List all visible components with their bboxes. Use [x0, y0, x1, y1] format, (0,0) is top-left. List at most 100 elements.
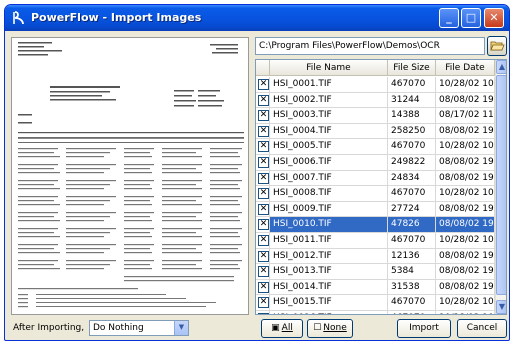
- row-checkbox-cell: ✕: [256, 279, 270, 295]
- file-date-cell: 08/08/02 19:21: [436, 154, 495, 170]
- file-size-cell: 249822: [388, 154, 436, 170]
- file-name-cell: HSI_0002.TIF: [270, 92, 388, 108]
- scroll-up-icon[interactable]: ▲: [496, 60, 506, 74]
- table-row[interactable]: ✕HSI_0009.TIF2772408/08/02 19:22: [256, 201, 495, 218]
- open-folder-icon: [490, 41, 505, 51]
- file-date-cell: 08/08/02 19:22: [436, 92, 495, 108]
- file-name-cell: HSI_0012.TIF: [270, 248, 388, 264]
- row-checkbox[interactable]: ✕: [258, 250, 269, 262]
- file-size-cell: 31244: [388, 92, 436, 108]
- vertical-scrollbar[interactable]: ▲ ▼: [495, 60, 506, 314]
- file-size-cell: 467070: [388, 310, 436, 314]
- chevron-down-icon[interactable]: ▼: [174, 321, 188, 335]
- scrollbar-thumb[interactable]: [496, 75, 506, 295]
- powerflow-logo-icon: [13, 11, 24, 25]
- table-row[interactable]: ✕HSI_0008.TIF46707010/28/02 10:19: [256, 186, 495, 202]
- cancel-button[interactable]: Cancel: [457, 319, 507, 338]
- row-checkbox[interactable]: ✕: [258, 94, 269, 106]
- row-checkbox-cell: ✕: [256, 295, 270, 311]
- file-date-cell: 08/08/02 19:22: [436, 170, 495, 186]
- import-images-window: PowerFlow - Import Images _ □ ✕ C:\Progr…: [4, 4, 510, 341]
- file-size-cell: 467070: [388, 139, 436, 155]
- table-row[interactable]: ✕HSI_0015.TIF46707010/28/02 10:19: [256, 295, 495, 311]
- table-row[interactable]: ✕HSI_0004.TIF25825008/08/02 19:21: [256, 123, 495, 140]
- file-date-cell: 10/28/02 10:19: [436, 310, 495, 314]
- column-header-file-size[interactable]: File Size: [388, 60, 436, 76]
- row-checkbox-cell: ✕: [256, 139, 270, 155]
- row-checkbox-cell: ✕: [256, 77, 270, 92]
- table-row[interactable]: ✕HSI_0011.TIF46707010/28/02 10:19: [256, 232, 495, 249]
- file-name-cell: HSI_0007.TIF: [270, 170, 388, 186]
- table-row[interactable]: ✕HSI_0012.TIF1213608/08/02 19:22: [256, 248, 495, 265]
- row-checkbox[interactable]: ✕: [258, 266, 269, 278]
- file-date-cell: 08/17/02 11:20: [436, 108, 495, 124]
- scroll-down-icon[interactable]: ▼: [496, 300, 506, 314]
- table-row[interactable]: ✕HSI_0016.TIF46707010/28/02 10:19: [256, 310, 495, 314]
- select-none-icon: ☐: [313, 323, 322, 333]
- column-header-file-name[interactable]: File Name: [270, 60, 388, 76]
- table-row[interactable]: ✕HSI_0005.TIF46707010/28/02 10:19: [256, 139, 495, 155]
- row-checkbox[interactable]: ✕: [258, 125, 269, 137]
- file-name-cell: HSI_0009.TIF: [270, 201, 388, 217]
- table-row[interactable]: ✕HSI_0010.TIF4782608/08/02 19:22: [256, 217, 495, 233]
- row-checkbox[interactable]: ✕: [258, 156, 269, 168]
- close-button[interactable]: ✕: [484, 8, 504, 28]
- column-header-file-date[interactable]: File Date: [436, 60, 495, 76]
- row-checkbox[interactable]: ✕: [258, 234, 269, 246]
- table-row[interactable]: ✕HSI_0007.TIF2483408/08/02 19:22: [256, 170, 495, 187]
- file-date-cell: 10/28/02 10:19: [436, 186, 495, 202]
- browse-folder-button[interactable]: [487, 36, 507, 56]
- minimize-button[interactable]: _: [439, 8, 459, 28]
- row-checkbox-cell: ✕: [256, 186, 270, 202]
- file-date-cell: 10/28/02 10:18: [436, 77, 495, 92]
- file-size-cell: 27724: [388, 201, 436, 217]
- row-checkbox[interactable]: ✕: [258, 281, 269, 293]
- row-checkbox-cell: ✕: [256, 201, 270, 217]
- select-none-button[interactable]: ☐ None: [307, 319, 353, 338]
- file-date-cell: 08/08/02 19:21: [436, 123, 495, 139]
- file-size-cell: 467070: [388, 295, 436, 311]
- file-date-cell: 10/28/02 10:19: [436, 295, 495, 311]
- document-thumbnail: [12, 38, 248, 314]
- row-checkbox[interactable]: ✕: [258, 203, 269, 215]
- row-checkbox[interactable]: ✕: [258, 141, 269, 153]
- row-checkbox[interactable]: ✕: [258, 110, 269, 122]
- table-row[interactable]: ✕HSI_0006.TIF24982208/08/02 19:21: [256, 154, 495, 171]
- row-checkbox[interactable]: ✕: [258, 312, 269, 314]
- file-size-cell: 467070: [388, 186, 436, 202]
- file-name-cell: HSI_0008.TIF: [270, 186, 388, 202]
- row-checkbox[interactable]: ✕: [258, 79, 269, 90]
- file-list-table[interactable]: File Name File Size File Date ✕ HSI_0001.…: [255, 59, 507, 315]
- check-column-header[interactable]: [256, 60, 270, 76]
- table-row[interactable]: ✕HSI_0013.TIF538408/08/02 19:22: [256, 264, 495, 280]
- select-all-button[interactable]: ▣ All: [261, 319, 303, 338]
- select-all-label: All: [281, 323, 293, 333]
- file-name-cell: HSI_0003.TIF: [270, 108, 388, 124]
- row-checkbox-cell: ✕: [256, 154, 270, 170]
- table-row[interactable]: ✕HSI_0014.TIF3153808/08/02 19:22: [256, 279, 495, 296]
- import-files-button[interactable]: Import Files: [397, 319, 451, 338]
- file-name-cell: HSI_0014.TIF: [270, 279, 388, 295]
- file-size-cell: 258250: [388, 123, 436, 139]
- file-date-cell: 10/28/02 10:19: [436, 139, 495, 155]
- file-size-cell: 12136: [388, 248, 436, 264]
- table-row[interactable]: ✕HSI_0003.TIF1438808/17/02 11:20: [256, 108, 495, 124]
- table-row[interactable]: ✕HSI_0002.TIF3124408/08/02 19:22: [256, 92, 495, 109]
- folder-path-field[interactable]: C:\Program Files\PowerFlow\Demos\OCR: [255, 37, 485, 55]
- title-bar[interactable]: PowerFlow - Import Images _ □ ✕: [5, 5, 509, 31]
- file-size-cell: 24834: [388, 170, 436, 186]
- row-checkbox[interactable]: ✕: [258, 297, 269, 309]
- file-size-cell: 467070: [388, 232, 436, 248]
- maximize-button[interactable]: □: [461, 8, 481, 28]
- table-body: ✕HSI_0001.TIF46707010/28/02 10:18✕HSI_00…: [256, 77, 495, 314]
- row-checkbox[interactable]: ✕: [258, 172, 269, 184]
- window-title: PowerFlow - Import Images: [31, 11, 202, 24]
- file-name-cell: HSI_0006.TIF: [270, 154, 388, 170]
- table-row[interactable]: ✕HSI_0001.TIF46707010/28/02 10:18: [256, 77, 495, 93]
- row-checkbox[interactable]: ✕: [258, 219, 269, 231]
- table-header: File Name File Size File Date: [256, 60, 495, 76]
- image-preview: [11, 37, 249, 315]
- after-importing-select[interactable]: Do Nothing ▼: [89, 320, 189, 336]
- select-none-label: None: [323, 323, 347, 333]
- row-checkbox[interactable]: ✕: [258, 188, 269, 200]
